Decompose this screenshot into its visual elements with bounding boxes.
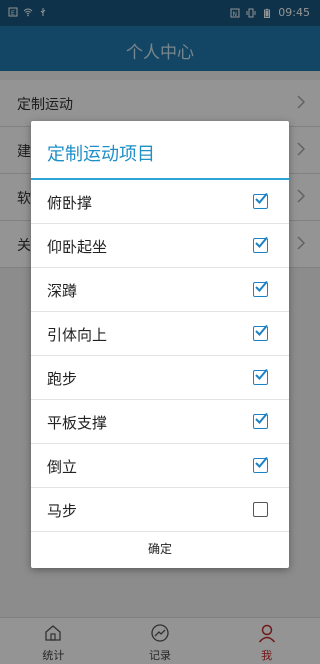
confirm-button-label: 确定 [147, 542, 172, 556]
option-row-situp[interactable]: 仰卧起坐 [31, 224, 289, 268]
checkbox[interactable] [253, 280, 268, 297]
option-row-running[interactable]: 跑步 [31, 356, 289, 400]
checkmark-icon [255, 456, 268, 468]
checkbox[interactable] [253, 192, 268, 209]
option-row-handstand[interactable]: 倒立 [31, 444, 289, 488]
checkbox[interactable] [253, 456, 268, 473]
exercise-options-list: 俯卧撑 仰卧起坐 深蹲 引体向上 跑步 平板支撑 倒立 马步 [31, 180, 289, 532]
option-label: 俯卧撑 [47, 194, 93, 212]
option-label: 引体向上 [47, 326, 108, 344]
checkmark-icon [255, 412, 268, 424]
checkbox[interactable] [253, 412, 268, 429]
checkmark-icon [255, 236, 268, 248]
checkbox[interactable] [253, 324, 268, 341]
option-label: 马步 [47, 502, 78, 520]
checkmark-icon [255, 192, 268, 204]
checkmark-icon [255, 324, 268, 336]
option-label: 倒立 [47, 458, 78, 476]
option-label: 平板支撑 [47, 414, 108, 432]
dialog-title: 定制运动项目 [47, 144, 155, 165]
option-label: 跑步 [47, 370, 78, 388]
checkbox[interactable] [253, 368, 268, 385]
confirm-button[interactable]: 确定 [31, 525, 289, 568]
option-label: 仰卧起坐 [47, 238, 108, 256]
checkmark-icon [255, 280, 268, 292]
checkmark-icon [255, 368, 268, 380]
checkbox[interactable] [253, 236, 268, 253]
option-row-squat[interactable]: 深蹲 [31, 268, 289, 312]
custom-exercise-dialog: 定制运动项目 俯卧撑 仰卧起坐 深蹲 引体向上 跑步 平板支撑 倒立 马步 确定 [31, 121, 289, 568]
option-row-pushup[interactable]: 俯卧撑 [31, 180, 289, 224]
option-row-pullup[interactable]: 引体向上 [31, 312, 289, 356]
option-label: 深蹲 [47, 282, 78, 300]
checkbox[interactable] [253, 502, 268, 517]
option-row-plank[interactable]: 平板支撑 [31, 400, 289, 444]
